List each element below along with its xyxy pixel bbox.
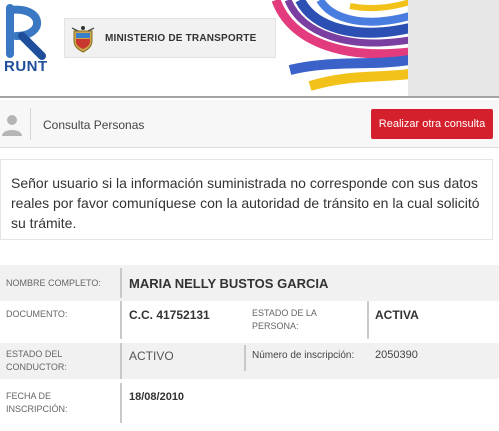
column-divider: [120, 268, 122, 298]
user-icon: [2, 115, 22, 136]
colombia-crest-icon: [71, 26, 95, 53]
column-divider: [120, 383, 122, 423]
documento-label: DOCUMENTO:: [6, 309, 68, 319]
column-divider: [120, 301, 122, 339]
info-notice: Señor usuario si la información suminist…: [0, 159, 493, 240]
ministry-banner: MINISTERIO DE TRANSPORTE: [64, 18, 276, 58]
toolbar-divider: [30, 108, 31, 140]
column-divider: [244, 345, 246, 371]
fecha-value: 18/08/2010: [129, 391, 185, 403]
nombre-value: MARIA NELLY BUSTOS GARCIA: [129, 276, 329, 291]
person-details: NOMBRE COMPLETO: MARIA NELLY BUSTOS GARC…: [0, 252, 499, 431]
row-conductor: ESTADO DEL CONDUCTOR: ACTIVO Número de i…: [0, 343, 499, 379]
row-fecha: FECHA DE INSCRIPCIÓN: 18/08/2010: [0, 383, 499, 423]
row-nombre: NOMBRE COMPLETO: MARIA NELLY BUSTOS GARC…: [0, 265, 499, 301]
new-query-button[interactable]: Realizar otra consulta: [371, 109, 493, 139]
header-gray-panel: [408, 0, 499, 98]
runt-wordmark: RUNT: [4, 58, 48, 75]
section-title: Consulta Personas: [43, 118, 145, 132]
ministry-name: MINISTERIO DE TRANSPORTE: [105, 33, 257, 44]
column-divider: [367, 301, 369, 339]
fecha-label: FECHA DE INSCRIPCIÓN:: [6, 391, 68, 414]
estado-persona-label: ESTADO DE LA PERSONA:: [252, 308, 317, 331]
estado-conductor-label: ESTADO DEL CONDUCTOR:: [6, 349, 67, 372]
decorative-swoosh: [271, 0, 410, 91]
inscripcion-num-value: 2050390: [375, 349, 418, 361]
documento-value: C.C. 41752131: [129, 308, 210, 322]
row-documento: DOCUMENTO: C.C. 41752131 ESTADO DE LA PE…: [0, 301, 499, 343]
nombre-label: NOMBRE COMPLETO:: [6, 278, 101, 288]
header-divider: [0, 96, 499, 98]
estado-persona-value: ACTIVA: [375, 308, 419, 322]
inscripcion-num-label: Número de inscripción:: [252, 350, 355, 361]
estado-conductor-value: ACTIVO: [129, 349, 174, 363]
column-divider: [120, 343, 122, 379]
page-header: RUNT MINISTERIO DE TRANSPORTE: [0, 0, 499, 98]
